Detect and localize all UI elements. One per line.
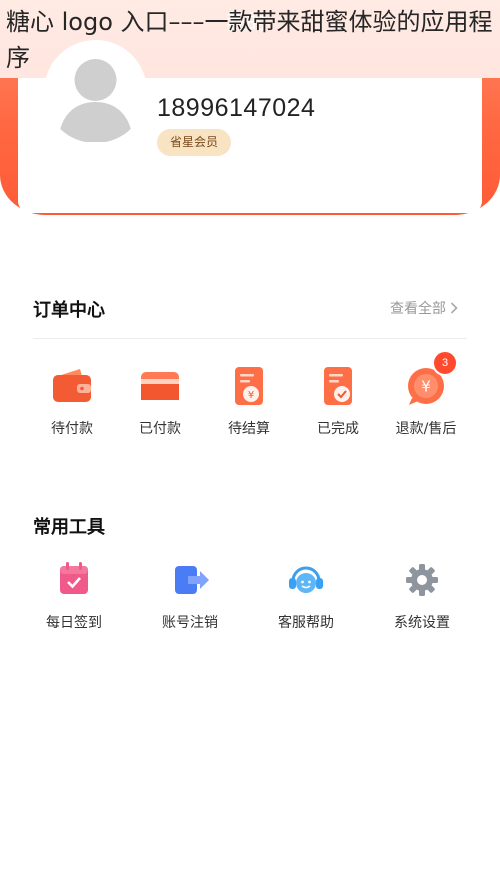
order-item-label: 待结算: [228, 421, 270, 437]
logout-icon: [168, 558, 212, 602]
order-item-label: 待付款: [51, 421, 93, 437]
tool-system-settings[interactable]: 系统设置: [380, 558, 464, 632]
tool-account-deletion[interactable]: 账号注销: [148, 558, 232, 632]
refund-count-badge: 3: [432, 350, 458, 376]
credit-card-icon: [138, 364, 182, 408]
svg-text:¥: ¥: [248, 390, 254, 401]
order-item-pending-settlement[interactable]: ¥ 待结算: [207, 364, 291, 438]
tool-label: 账号注销: [162, 615, 218, 631]
view-all-label: 查看全部: [390, 301, 446, 317]
chevron-right-icon: [450, 302, 458, 314]
wallet-icon: [50, 364, 94, 408]
common-tools-title: 常用工具: [33, 517, 105, 538]
divider: [33, 338, 467, 339]
customer-service-icon: [284, 558, 328, 602]
order-center-title: 订单中心: [33, 300, 105, 321]
calendar-check-icon: [52, 558, 96, 602]
completed-doc-icon: [316, 364, 360, 408]
order-item-refund-aftersales[interactable]: ¥ 3 退款/售后: [384, 350, 468, 438]
default-avatar-icon: [58, 59, 133, 142]
order-item-label: 退款/售后: [395, 421, 457, 437]
tool-label: 每日签到: [46, 615, 102, 631]
tool-customer-service[interactable]: 客服帮助: [264, 558, 348, 632]
order-item-label: 已完成: [317, 421, 359, 437]
user-phone: 18996147024: [157, 94, 316, 122]
order-item-completed[interactable]: 已完成: [296, 364, 380, 438]
gear-icon: [400, 558, 444, 602]
view-all-orders-link[interactable]: 查看全部: [390, 298, 458, 318]
svg-text:¥: ¥: [421, 378, 431, 396]
order-item-label: 已付款: [139, 421, 181, 437]
refund-icon: ¥ 3: [404, 350, 458, 408]
settlement-doc-icon: ¥: [227, 364, 271, 408]
tool-label: 系统设置: [394, 615, 450, 631]
avatar[interactable]: [44, 40, 147, 143]
order-item-pending-payment[interactable]: 待付款: [30, 364, 114, 438]
tool-daily-checkin[interactable]: 每日签到: [32, 558, 116, 632]
tool-label: 客服帮助: [278, 615, 334, 631]
order-item-paid[interactable]: 已付款: [118, 364, 202, 438]
membership-badge[interactable]: 省星会员: [157, 129, 231, 156]
